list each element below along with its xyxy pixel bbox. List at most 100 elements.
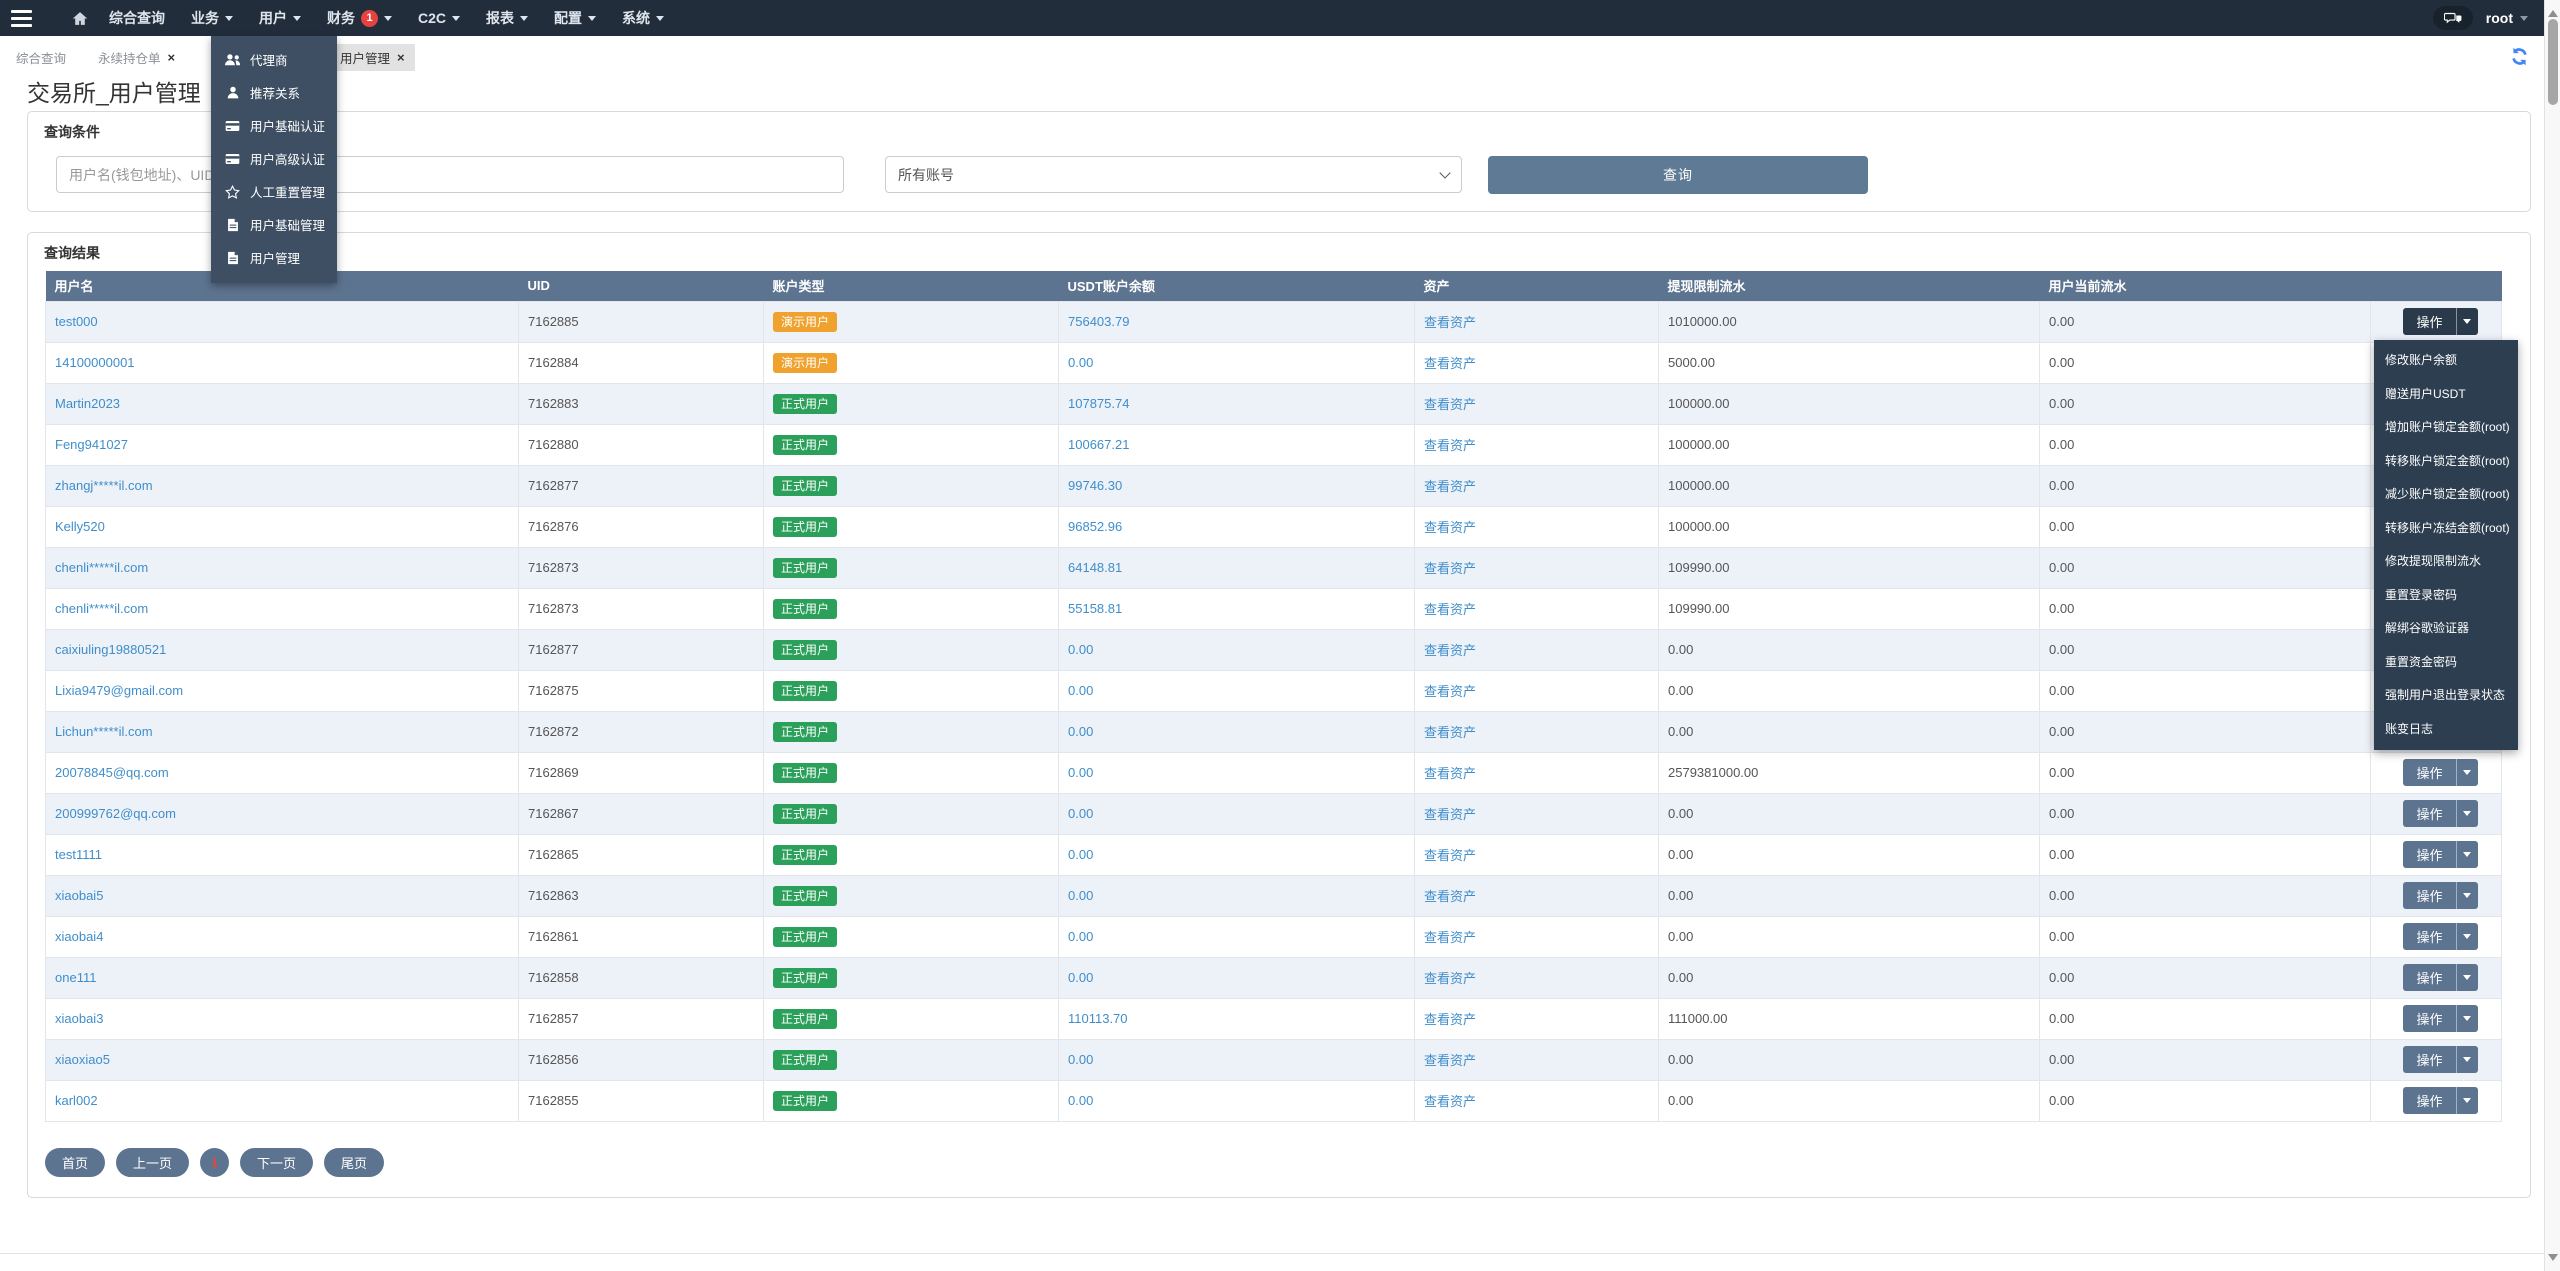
username-link[interactable]: chenli*****il.com [55,560,148,575]
usdt-balance-link[interactable]: 0.00 [1068,1093,1093,1108]
action-button[interactable]: 操作 [2403,800,2456,827]
action-caret-button[interactable] [2455,800,2478,827]
view-assets-link[interactable]: 查看资产 [1424,356,1476,371]
user-menu-item-用户高级认证[interactable]: 用户高级认证 [211,142,337,175]
nav-item-财务[interactable]: 财务 1 [314,0,405,36]
view-assets-link[interactable]: 查看资产 [1424,438,1476,453]
first-page-button[interactable]: 首页 [45,1148,106,1177]
scrollbar-up-arrow-icon[interactable] [2548,5,2558,17]
usdt-balance-link[interactable]: 0.00 [1068,765,1093,780]
username-link[interactable]: 14100000001 [55,355,135,370]
view-assets-link[interactable]: 查看资产 [1424,725,1476,740]
user-menu-item-用户管理[interactable]: 用户管理 [211,241,337,274]
action-button[interactable]: 操作 [2403,308,2456,335]
action-button-group[interactable]: 操作 [2403,923,2478,950]
action-menu-item-重置登录密码[interactable]: 重置登录密码 [2374,578,2518,612]
view-assets-link[interactable]: 查看资产 [1424,807,1476,822]
chat-button[interactable] [2432,6,2473,30]
usdt-balance-link[interactable]: 0.00 [1068,683,1093,698]
username-link[interactable]: xiaoxiao5 [55,1052,110,1067]
view-assets-link[interactable]: 查看资产 [1424,971,1476,986]
username-link[interactable]: Feng941027 [55,437,128,452]
action-menu-item-修改账户余额[interactable]: 修改账户余额 [2374,343,2518,377]
view-assets-link[interactable]: 查看资产 [1424,315,1476,330]
usdt-balance-link[interactable]: 55158.81 [1068,601,1122,616]
username-link[interactable]: Martin2023 [55,396,120,411]
user-menu-item-推荐关系[interactable]: 推荐关系 [211,76,337,109]
action-caret-button[interactable] [2455,1005,2478,1032]
nav-item-业务[interactable]: 业务 [178,0,246,36]
view-assets-link[interactable]: 查看资产 [1424,602,1476,617]
tab-永续持仓单[interactable]: 永续持仓单 × [88,44,185,71]
usdt-balance-link[interactable]: 110113.70 [1068,1011,1128,1026]
usdt-balance-link[interactable]: 107875.74 [1068,396,1129,411]
view-assets-link[interactable]: 查看资产 [1424,766,1476,781]
view-assets-link[interactable]: 查看资产 [1424,684,1476,699]
tab-用户管理[interactable]: 用户管理 × [330,44,415,71]
username-link[interactable]: caixiuling19880521 [55,642,166,657]
tab-close-icon[interactable]: × [168,51,176,64]
user-menu-item-人工重置管理[interactable]: 人工重置管理 [211,175,337,208]
nav-item-系统[interactable]: 系统 [609,0,677,36]
action-button-group[interactable]: 操作 [2403,308,2478,335]
action-button[interactable]: 操作 [2403,1005,2456,1032]
usdt-balance-link[interactable]: 0.00 [1068,847,1093,862]
scrollbar-thumb[interactable] [2548,19,2558,105]
tab-close-icon[interactable]: × [397,51,405,64]
username-link[interactable]: Lichun*****il.com [55,724,153,739]
username-link[interactable]: test1111 [55,847,102,862]
action-button-group[interactable]: 操作 [2403,1046,2478,1073]
vertical-scrollbar[interactable] [2544,0,2560,1271]
action-button[interactable]: 操作 [2403,1046,2456,1073]
action-button[interactable]: 操作 [2403,1087,2456,1114]
action-button[interactable]: 操作 [2403,759,2456,786]
action-menu-item-修改提现限制流水[interactable]: 修改提现限制流水 [2374,544,2518,578]
home-icon[interactable] [64,0,96,36]
action-button-group[interactable]: 操作 [2403,841,2478,868]
last-page-button[interactable]: 尾页 [324,1148,385,1177]
user-menu-item-用户基础认证[interactable]: 用户基础认证 [211,109,337,142]
view-assets-link[interactable]: 查看资产 [1424,397,1476,412]
view-assets-link[interactable]: 查看资产 [1424,930,1476,945]
usdt-balance-link[interactable]: 96852.96 [1068,519,1122,534]
next-page-button[interactable]: 下一页 [240,1148,314,1177]
username-link[interactable]: 200999762@qq.com [55,806,176,821]
action-button[interactable]: 操作 [2403,841,2456,868]
action-menu-item-账变日志[interactable]: 账变日志 [2374,712,2518,746]
action-menu-item-重置资金密码[interactable]: 重置资金密码 [2374,645,2518,679]
action-menu-item-转移账户锁定金额(root)[interactable]: 转移账户锁定金额(root) [2374,444,2518,478]
usdt-balance-link[interactable]: 0.00 [1068,929,1093,944]
usdt-balance-link[interactable]: 99746.30 [1068,478,1122,493]
username-link[interactable]: xiaobai5 [55,888,103,903]
hamburger-menu-icon[interactable] [0,0,48,36]
action-caret-button[interactable] [2455,1087,2478,1114]
usdt-balance-link[interactable]: 0.00 [1068,642,1093,657]
username-link[interactable]: chenli*****il.com [55,601,148,616]
action-button-group[interactable]: 操作 [2403,964,2478,991]
user-account-menu[interactable]: root [2486,10,2528,26]
view-assets-link[interactable]: 查看资产 [1424,561,1476,576]
username-link[interactable]: 20078845@qq.com [55,765,169,780]
action-menu-item-强制用户退出登录状态[interactable]: 强制用户退出登录状态 [2374,678,2518,712]
view-assets-link[interactable]: 查看资产 [1424,848,1476,863]
action-menu-item-赠送用户USDT[interactable]: 赠送用户USDT [2374,377,2518,411]
action-caret-button[interactable] [2455,1046,2478,1073]
usdt-balance-link[interactable]: 756403.79 [1068,314,1129,329]
prev-page-button[interactable]: 上一页 [116,1148,190,1177]
action-button-group[interactable]: 操作 [2403,1087,2478,1114]
view-assets-link[interactable]: 查看资产 [1424,1012,1476,1027]
nav-item-综合查询[interactable]: 综合查询 [96,0,178,36]
action-button-group[interactable]: 操作 [2403,882,2478,909]
action-button-group[interactable]: 操作 [2403,800,2478,827]
usdt-balance-link[interactable]: 0.00 [1068,806,1093,821]
view-assets-link[interactable]: 查看资产 [1424,643,1476,658]
action-caret-button[interactable] [2455,923,2478,950]
usdt-balance-link[interactable]: 100667.21 [1068,437,1129,452]
action-menu-item-减少账户锁定金额(root)[interactable]: 减少账户锁定金额(root) [2374,477,2518,511]
search-input[interactable] [56,156,844,193]
view-assets-link[interactable]: 查看资产 [1424,889,1476,904]
action-menu-item-解绑谷歌验证器[interactable]: 解绑谷歌验证器 [2374,611,2518,645]
usdt-balance-link[interactable]: 0.00 [1068,888,1093,903]
usdt-balance-link[interactable]: 0.00 [1068,355,1093,370]
account-type-select[interactable]: 所有账号 [885,156,1462,193]
